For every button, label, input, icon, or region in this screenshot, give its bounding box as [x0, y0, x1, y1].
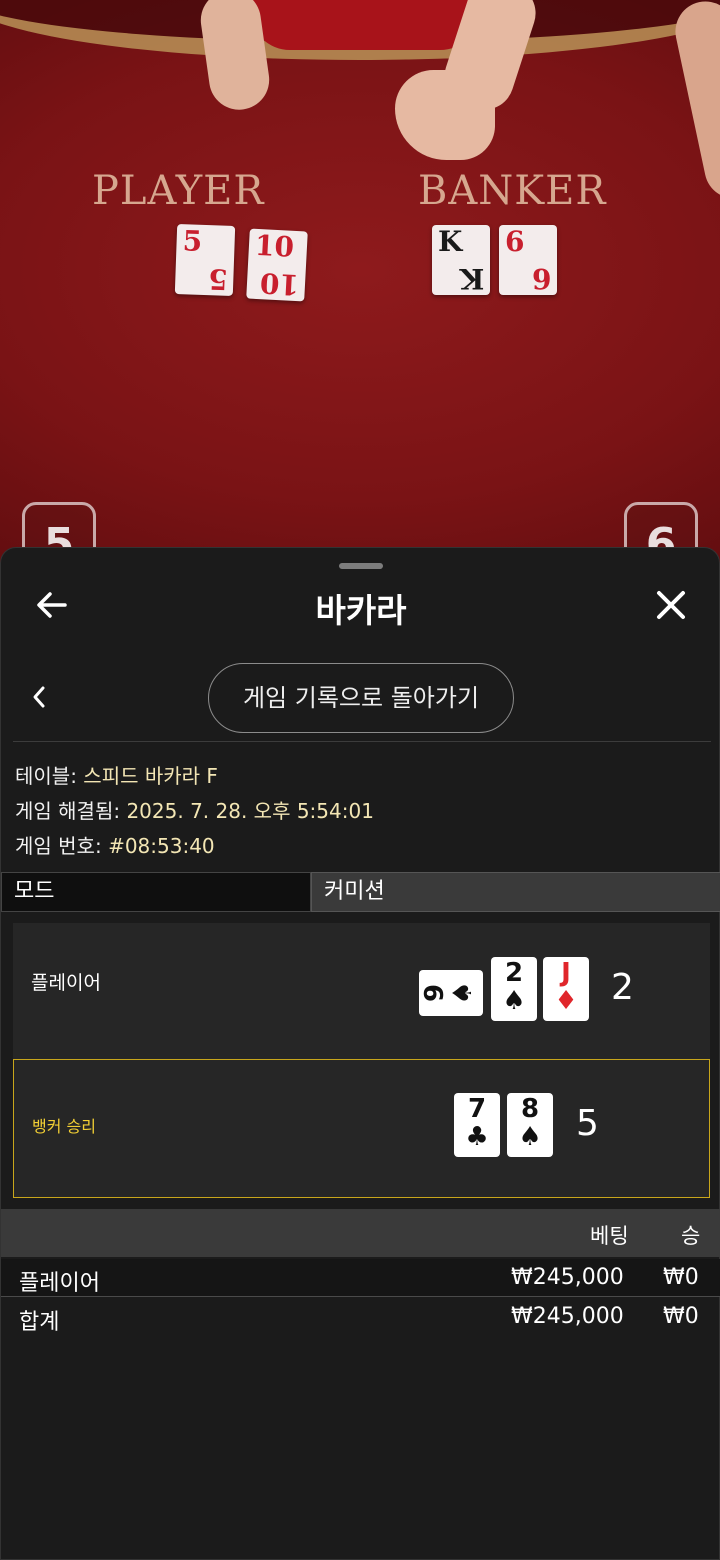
table-player-label: PLAYER	[92, 168, 265, 214]
game-history-sheet: 바카라 게임 기록으로 돌아가기 테이블: 스피드 바카라 F 게임 해결됨: …	[0, 547, 720, 1560]
bets-table-header: 베팅 승	[1, 1209, 720, 1257]
sheet-title: 바카라	[315, 591, 407, 630]
banker-score: 5	[576, 1103, 599, 1144]
bet-amount: ₩245,000	[511, 1265, 624, 1290]
info-game-number: 게임 번호: #08:53:40	[15, 834, 215, 858]
live-video-feed: PLAYER BANKER 5 5 10 10 K K 6 6 5 6	[0, 0, 720, 600]
dealer-torso	[250, 0, 480, 50]
col-win: 승	[681, 1224, 701, 1248]
table-row: 플레이어 ₩245,000 ₩0	[1, 1259, 720, 1297]
table-card-banker-2: 6 6	[499, 225, 557, 295]
table-banker-label: BANKER	[418, 168, 607, 214]
player-card-2: J ♦	[543, 957, 589, 1021]
total-bet-amount: ₩245,000	[511, 1304, 624, 1329]
table-card-player-2: 10 10	[246, 228, 308, 302]
player-result-panel: 플레이어 9 ♠ 2 ♠ J ♦ 2	[13, 923, 710, 1059]
player-score: 2	[611, 967, 634, 1008]
player-card-3-sideways: 9 ♠	[419, 970, 483, 1016]
drag-handle[interactable]	[339, 563, 383, 569]
col-bet: 베팅	[590, 1224, 629, 1248]
mode-tabs: 모드 커미션	[1, 872, 720, 912]
close-icon[interactable]	[653, 587, 689, 623]
player-label: 플레이어	[31, 972, 101, 994]
info-resolved-time: 게임 해결됨: 2025. 7. 28. 오후 5:54:01	[15, 799, 374, 823]
player-card-1: 2 ♠	[491, 957, 537, 1021]
dealer-far-arm	[669, 0, 720, 205]
info-table: 테이블: 스피드 바카라 F	[15, 764, 218, 788]
total-win-amount: ₩0	[663, 1304, 699, 1329]
tab-mode[interactable]: 모드	[1, 872, 311, 912]
divider	[13, 741, 711, 742]
back-to-history-button[interactable]: 게임 기록으로 돌아가기	[208, 663, 514, 733]
table-card-player-1: 5 5	[174, 224, 236, 296]
bet-name: 플레이어	[19, 1271, 100, 1296]
tab-commission[interactable]: 커미션	[311, 872, 720, 912]
banker-win-label: 뱅커 승리	[32, 1117, 96, 1136]
total-label: 합계	[19, 1310, 60, 1335]
table-row-total: 합계 ₩245,000 ₩0	[1, 1298, 720, 1336]
table-card-banker-1: K K	[432, 225, 490, 295]
banker-card-2: 8 ♠	[507, 1093, 553, 1157]
banker-result-panel: 뱅커 승리 7 ♣ 8 ♠ 5	[13, 1059, 710, 1198]
dealer-hand	[395, 70, 495, 160]
chevron-left-icon[interactable]	[29, 684, 49, 710]
win-amount: ₩0	[663, 1265, 699, 1290]
banker-card-1: 7 ♣	[454, 1093, 500, 1157]
